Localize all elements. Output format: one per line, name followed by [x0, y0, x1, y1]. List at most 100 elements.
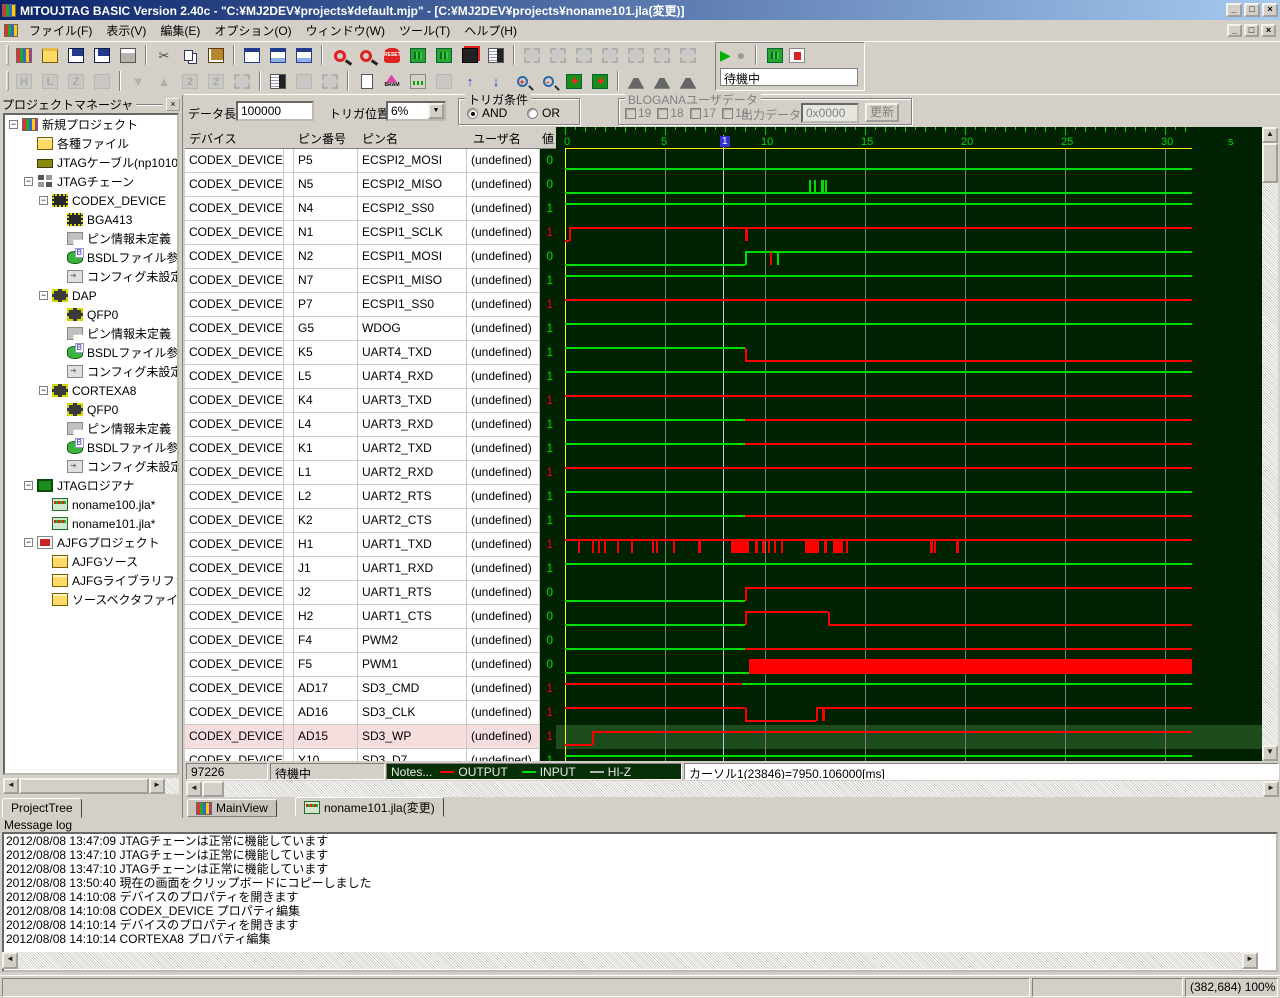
tree-item-qfp0[interactable]: QFP0 — [5, 305, 177, 324]
table-row-ecspi2_ss0[interactable]: CODEX_DEVICE N4 ECSPI2_SS0 (undefined) — [185, 197, 540, 221]
blogana-bit-18-checkbox[interactable] — [657, 108, 669, 119]
run-status-field[interactable]: 待機中 — [720, 68, 858, 86]
table-row-sd3_clk[interactable]: CODEX_DEVICE AD16 SD3_CLK (undefined) — [185, 701, 540, 725]
waveform-tool-2-button[interactable] — [588, 70, 612, 92]
tree-item-jtag[interactable]: − JTAGロジアナ — [5, 476, 177, 495]
tree-expander-icon[interactable]: − — [24, 481, 33, 490]
table-row-uart3_txd[interactable]: CODEX_DEVICE K4 UART3_TXD (undefined) — [185, 389, 540, 413]
waveform-vscrollbar[interactable]: ▲ ▼ — [1262, 127, 1279, 761]
waveform-hscrollbar[interactable]: ◄ ► — [186, 781, 1279, 797]
tree-hscrollbar[interactable]: ◄ ► — [3, 778, 179, 794]
zoom-out-button[interactable]: - — [536, 70, 560, 92]
tree-item-[interactable]: コンフィグ未設定 — [5, 457, 177, 476]
sampling-settings-button[interactable] — [406, 70, 430, 92]
logana-stop-button[interactable] — [789, 47, 806, 63]
table-row-uart2_rxd[interactable]: CODEX_DEVICE L1 UART2_RXD (undefined) — [185, 461, 540, 485]
save-project-as-button[interactable] — [90, 44, 114, 66]
blogana-bit-19-checkbox[interactable] — [625, 108, 636, 119]
table-row-ecspi1_sclk[interactable]: CODEX_DEVICE N1 ECSPI1_SCLK (undefined) — [185, 221, 540, 245]
restore-button[interactable]: □ — [1244, 3, 1260, 17]
add-device-button[interactable] — [458, 44, 482, 66]
tree-item-bga413[interactable]: BGA413 — [5, 210, 177, 229]
tile-vertical-button[interactable] — [292, 44, 316, 66]
new-project-button[interactable] — [12, 44, 36, 66]
tab-projecttree[interactable]: ProjectTree — [2, 798, 82, 818]
table-row-uart1_rts[interactable]: CODEX_DEVICE J2 UART1_RTS (undefined) — [185, 581, 540, 605]
table-row-ecspi1_mosi[interactable]: CODEX_DEVICE N2 ECSPI1_MOSI (undefined) — [185, 245, 540, 269]
tree-item-[interactable]: ピン情報未定義 — [5, 229, 177, 248]
tree-item-[interactable]: コンフィグ未設定 — [5, 267, 177, 286]
table-row-pwm2[interactable]: CODEX_DEVICE F4 PWM2 (undefined) — [185, 629, 540, 653]
device-list-button[interactable] — [484, 44, 508, 66]
tree-expander-icon[interactable]: − — [39, 196, 48, 205]
data-length-input[interactable]: 100000 — [236, 101, 314, 121]
table-row-uart3_rxd[interactable]: CODEX_DEVICE L4 UART3_RXD (undefined) — [185, 413, 540, 437]
jtag-autodetect-button[interactable] — [328, 44, 352, 66]
program-flash-3-button[interactable] — [676, 70, 700, 92]
table-row-sd3_wp[interactable]: CODEX_DEVICE AD15 SD3_WP (undefined) — [185, 725, 540, 749]
table-row-uart1_cts[interactable]: CODEX_DEVICE H2 UART1_CTS (undefined) — [185, 605, 540, 629]
minimize-button[interactable]: _ — [1226, 3, 1242, 17]
pause-button[interactable]: ● — [737, 48, 745, 62]
tree-expander-icon[interactable]: − — [9, 120, 18, 129]
and-radio[interactable] — [467, 108, 478, 119]
tree-item-[interactable]: ピン情報未定義 — [5, 419, 177, 438]
tree-item-noname101jla[interactable]: noname101.jla* — [5, 514, 177, 533]
output-data-input[interactable]: 0x0000 — [801, 103, 859, 123]
message-log-list[interactable]: 2012/08/08 13:47:09 JTAGチェーンは正常に機能しています 2… — [2, 832, 1278, 972]
table-row-ecspi1_ss0[interactable]: CODEX_DEVICE P7 ECSPI1_SS0 (undefined) — [185, 293, 540, 317]
or-radio[interactable] — [527, 108, 538, 119]
table-row-uart4_txd[interactable]: CODEX_DEVICE K5 UART4_TXD (undefined) — [185, 341, 540, 365]
tree-item-bsdl[interactable]: BSDLファイル参照 — [5, 248, 177, 267]
jtag-reset-button[interactable]: RESET — [380, 44, 404, 66]
cut-button[interactable]: ✂ — [152, 44, 176, 66]
blogana-bit-16-checkbox[interactable] — [722, 108, 734, 119]
tab-noname101jla[interactable]: noname101.jla(変更) — [295, 797, 444, 817]
menu-window[interactable]: ウィンドウ(W) — [299, 19, 392, 42]
table-row-ecspi1_miso[interactable]: CODEX_DEVICE N7 ECSPI1_MISO (undefined) — [185, 269, 540, 293]
move-down-button[interactable]: ↓ — [484, 70, 508, 92]
open-project-button[interactable] — [38, 44, 62, 66]
table-row-uart2_txd[interactable]: CODEX_DEVICE K1 UART2_TXD (undefined) — [185, 437, 540, 461]
table-row-ecspi2_miso[interactable]: CODEX_DEVICE N5 ECSPI2_MISO (undefined) — [185, 173, 540, 197]
tree-expander-icon[interactable]: − — [24, 538, 33, 547]
tree-item-[interactable]: ソースベクタファイル — [5, 590, 177, 609]
tree-expander-icon[interactable]: − — [39, 291, 48, 300]
register-list-button[interactable] — [266, 70, 290, 92]
child-restore-button[interactable]: □ — [1244, 24, 1259, 37]
paste-button[interactable] — [204, 44, 228, 66]
log-hscrollbar[interactable]: ◄ ► — [2, 952, 1262, 969]
menu-file[interactable]: ファイル(F) — [22, 19, 99, 42]
child-close-button[interactable]: × — [1261, 24, 1276, 37]
waveform-tool-1-button[interactable] — [562, 70, 586, 92]
blogana-bit-17-checkbox[interactable] — [689, 108, 701, 119]
tree-item-[interactable]: コンフィグ未設定 — [5, 362, 177, 381]
tree-item-bsdl[interactable]: BSDLファイル参照 — [5, 438, 177, 457]
column-header-0[interactable]: デバイス — [189, 130, 237, 147]
trigger-pos-dropdown-icon[interactable]: ▼ — [428, 103, 444, 119]
tree-item-ajfg[interactable]: AJFGソース — [5, 552, 177, 571]
bram-view-button[interactable]: BRAM — [380, 70, 404, 92]
tree-item-[interactable]: ピン情報未定義 — [5, 324, 177, 343]
menu-tool[interactable]: ツール(T) — [392, 19, 457, 42]
copy-button[interactable] — [178, 44, 202, 66]
table-row-uart1_txd[interactable]: CODEX_DEVICE H1 UART1_TXD (undefined) — [185, 533, 540, 557]
waveform-canvas[interactable]: 0 5 10 15 20 25 30 s 1 — [556, 127, 1262, 761]
extest-view-button[interactable] — [432, 44, 456, 66]
table-row-ecspi2_mosi[interactable]: CODEX_DEVICE P5 ECSPI2_MOSI (undefined) — [185, 149, 540, 173]
tree-item-ajfg[interactable]: AJFGライブラリファイル — [5, 571, 177, 590]
tree-item-jtag[interactable]: − JTAGチェーン — [5, 172, 177, 191]
menu-option[interactable]: オプション(O) — [207, 19, 298, 42]
new-waveform-button[interactable] — [354, 70, 378, 92]
tree-item-[interactable]: 各種ファイル — [5, 134, 177, 153]
update-button[interactable]: 更新 — [865, 103, 899, 122]
logana-start-button[interactable] — [767, 47, 784, 63]
tree-item-jtagnp1010[interactable]: JTAGケーブル(np1010) — [5, 153, 177, 172]
tree-item-bsdl[interactable]: BSDLファイル参照 — [5, 343, 177, 362]
table-row-uart2_rts[interactable]: CODEX_DEVICE L2 UART2_RTS (undefined) — [185, 485, 540, 509]
tree-item-codex_device[interactable]: − CODEX_DEVICE — [5, 191, 177, 210]
menu-edit[interactable]: 編集(E) — [153, 19, 207, 42]
tree-item-ajfg[interactable]: − AJFGプロジェクト — [5, 533, 177, 552]
close-button[interactable]: × — [1262, 3, 1278, 17]
menu-help[interactable]: ヘルプ(H) — [457, 19, 524, 42]
